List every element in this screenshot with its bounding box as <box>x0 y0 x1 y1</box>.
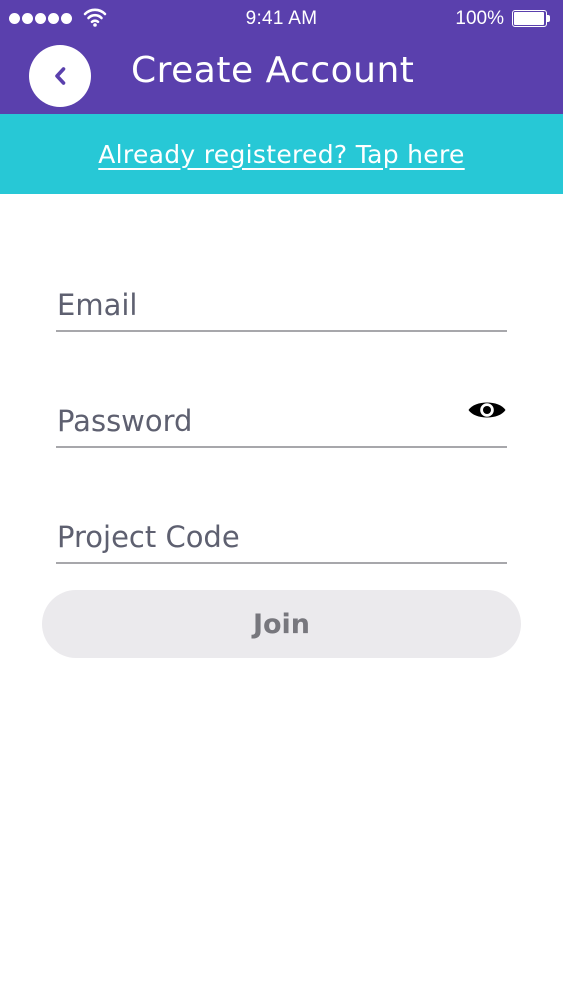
already-registered-link[interactable]: Already registered? Tap here <box>98 140 464 169</box>
back-button[interactable] <box>29 45 91 107</box>
project-code-field <box>56 514 507 564</box>
header: 9:41 AM 100% Create Account <box>0 0 563 114</box>
join-button[interactable]: Join <box>42 590 521 658</box>
page-title: Create Account <box>131 50 415 91</box>
password-input[interactable] <box>57 398 457 444</box>
battery-icon <box>512 10 550 27</box>
eye-icon[interactable] <box>467 395 507 425</box>
email-input[interactable] <box>57 282 457 328</box>
battery-percent: 100% <box>455 8 504 29</box>
project-code-input[interactable] <box>57 514 457 560</box>
password-field <box>56 398 507 448</box>
create-account-screen: 9:41 AM 100% Create Account Already regi… <box>0 0 563 1000</box>
chevron-left-icon <box>55 67 66 85</box>
email-field <box>56 282 507 332</box>
login-banner: Already registered? Tap here <box>0 114 563 194</box>
status-bar: 9:41 AM 100% <box>0 0 563 38</box>
